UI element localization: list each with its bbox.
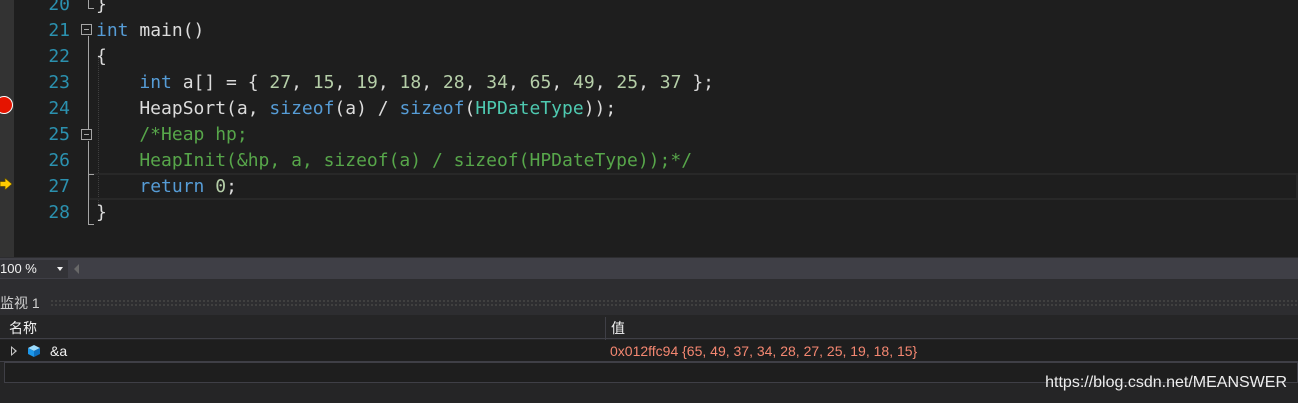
watch-name-cell: &a — [50, 343, 68, 359]
code-token: 18 — [399, 72, 422, 93]
code-token: 27 — [269, 72, 292, 93]
line-number: 28 — [48, 202, 70, 223]
code-line[interactable]: 21 int main() — [0, 18, 1298, 44]
code-token: ; — [226, 176, 237, 197]
zoom-dropdown[interactable]: 100 % — [0, 260, 68, 278]
code-line[interactable]: 23 int a[] = { 27, 15, 19, 18, 28, 34, 6… — [0, 70, 1298, 96]
watch-title: 监视 1 — [0, 295, 40, 311]
variable-cube-icon — [28, 345, 40, 357]
expand-arrow-icon[interactable] — [11, 346, 17, 356]
column-header-value[interactable]: 值 — [611, 317, 625, 339]
code-token: , — [334, 72, 357, 93]
code-text: { — [96, 44, 107, 70]
code-token: 49 — [573, 72, 595, 93]
code-token: } — [96, 202, 107, 223]
code-token: 15 — [312, 72, 335, 93]
code-token: { — [96, 46, 107, 67]
code-token: HPDateType — [475, 98, 584, 119]
code-token: sizeof — [269, 98, 335, 119]
code-token: , — [638, 72, 660, 93]
code-token: }; — [681, 72, 714, 93]
code-token: 65 — [529, 72, 552, 93]
code-text: } — [96, 200, 107, 226]
code-token: HeapSort(a, — [96, 98, 270, 119]
code-line[interactable]: 27 return 0; — [0, 174, 1298, 200]
editor-status-bar: 100 % — [0, 257, 1298, 279]
code-editor[interactable]: 20} 21 int main() 22 {23 int a[] = { 27, 15,… — [0, 0, 1298, 257]
code-token: 34 — [486, 72, 508, 93]
code-token: int — [96, 20, 129, 41]
line-number: 24 — [48, 98, 70, 119]
code-token: 28 — [442, 72, 465, 93]
code-token: , — [291, 72, 313, 93]
code-token: , — [421, 72, 443, 93]
code-token: 25 — [616, 72, 639, 93]
code-token: 0 — [215, 176, 227, 197]
code-token: a[] = { — [171, 72, 270, 93]
code-token: ( — [464, 98, 476, 119]
panel-splitter[interactable] — [0, 279, 1298, 291]
code-token: , — [551, 72, 574, 93]
line-number: 23 — [48, 72, 70, 93]
line-number: 26 — [48, 150, 70, 171]
code-token: , — [594, 72, 617, 93]
code-line[interactable]: 20} — [0, 0, 1298, 18]
code-token: main() — [128, 20, 205, 41]
code-token: , — [377, 72, 400, 93]
code-text: HeapInit(&hp, a, sizeof(a) / sizeof(HPDa… — [96, 148, 692, 174]
code-token: HeapInit(&hp, a, sizeof(a) / sizeof(HPDa… — [96, 150, 693, 171]
watch-row[interactable]: &a 0x012ffc94 {65, 49, 37, 34, 28, 27, 2… — [0, 340, 1298, 362]
scroll-left-arrow-icon[interactable] — [74, 264, 79, 274]
watch-value-cell: 0x012ffc94 {65, 49, 37, 34, 28, 27, 25, … — [610, 343, 918, 359]
code-text: int a[] = { 27, 15, 19, 18, 28, 34, 65, … — [96, 70, 714, 96]
instruction-pointer-icon[interactable] — [0, 178, 12, 190]
zoom-level: 100 % — [0, 261, 37, 276]
drag-grip[interactable] — [50, 299, 1298, 306]
code-token: /*Heap hp; — [96, 124, 248, 145]
watch-titlebar[interactable]: 监视 1 — [0, 291, 1298, 315]
code-line[interactable]: 24 HeapSort(a, sizeof(a) / sizeof(HPDate… — [0, 96, 1298, 122]
code-line[interactable]: 28} — [0, 200, 1298, 226]
code-token: (a) / — [334, 98, 400, 119]
code-text: HeapSort(a, sizeof(a) / sizeof(HPDateTyp… — [96, 96, 616, 122]
code-text: /*Heap hp; — [96, 122, 248, 148]
line-number: 25 — [48, 124, 70, 145]
column-header-name[interactable]: 名称 — [9, 317, 37, 339]
chevron-down-icon — [57, 267, 63, 271]
code-token: 37 — [659, 72, 682, 93]
code-text: int main() — [96, 18, 204, 44]
code-line[interactable]: 26 HeapInit(&hp, a, sizeof(a) / sizeof(H… — [0, 148, 1298, 174]
code-token: return — [139, 176, 205, 197]
code-text: return 0; — [96, 174, 237, 200]
line-number: 20 — [48, 0, 70, 15]
code-token: , — [507, 72, 530, 93]
watermark: https://blog.csdn.net/MEANSWER — [1045, 374, 1287, 391]
code-line[interactable]: 22 { — [0, 44, 1298, 70]
watch-column-header: 名称 值 — [0, 317, 1298, 339]
code-token: sizeof — [399, 98, 465, 119]
code-token: int — [139, 72, 172, 93]
line-number: 22 — [48, 46, 70, 67]
line-number: 27 — [48, 176, 70, 197]
code-token: , — [464, 72, 487, 93]
code-text: } — [96, 0, 107, 18]
code-line[interactable]: 25 /*Heap hp; — [0, 122, 1298, 148]
code-token: } — [96, 0, 107, 15]
code-token: )); — [583, 98, 617, 119]
line-number: 21 — [48, 20, 70, 41]
code-token: 19 — [356, 72, 378, 93]
